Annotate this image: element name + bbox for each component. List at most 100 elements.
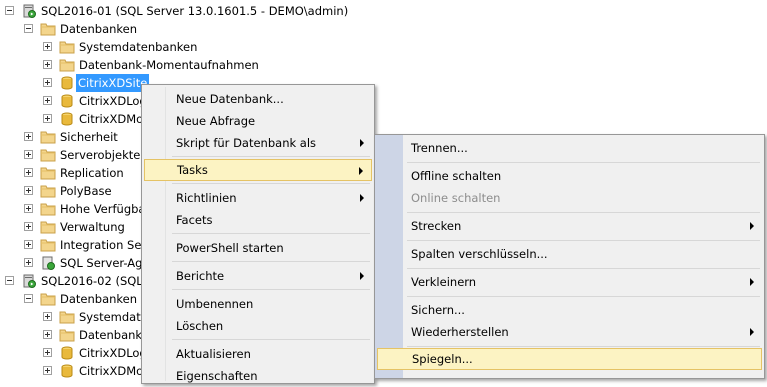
tree-node-db-citrixxdmon[interactable]: CitrixXDMon xyxy=(0,110,150,128)
tasks-submenu: Trennen... Offline schalten Online schal… xyxy=(374,134,765,379)
menu-item-restore[interactable]: Wiederherstellen xyxy=(377,321,762,343)
expand-icon[interactable] xyxy=(43,42,52,51)
tree-node-snapshots-2[interactable]: Datenbank- xyxy=(0,326,146,344)
collapse-icon[interactable] xyxy=(5,6,14,15)
folder-icon xyxy=(40,22,56,36)
submenu-arrow-icon xyxy=(360,139,364,147)
tree-node-label: Replication xyxy=(60,166,124,180)
folder-icon xyxy=(40,220,56,234)
tree-node-label-selected: CitrixXDSite xyxy=(76,74,150,92)
folder-icon xyxy=(59,40,75,54)
tree-node-label: Sicherheit xyxy=(60,130,118,144)
menu-separator xyxy=(407,296,760,297)
menu-separator xyxy=(407,212,760,213)
menu-item-encrypt-columns[interactable]: Spalten verschlüsseln... xyxy=(377,243,762,265)
expand-icon[interactable] xyxy=(24,150,33,159)
menu-item-policies[interactable]: Richtlinien xyxy=(144,187,372,209)
collapse-icon[interactable] xyxy=(24,294,33,303)
menu-item-script-database-as[interactable]: Skript für Datenbank als xyxy=(144,132,372,154)
server-running-icon xyxy=(21,4,37,18)
expand-icon[interactable] xyxy=(24,186,33,195)
menu-separator xyxy=(407,240,760,241)
agent-icon xyxy=(40,256,56,270)
expand-icon[interactable] xyxy=(43,60,52,69)
menu-item-reports[interactable]: Berichte xyxy=(144,265,372,287)
tree-node-label: Systemdate xyxy=(79,310,148,324)
menu-item-refresh[interactable]: Aktualisieren xyxy=(144,343,372,365)
expand-icon[interactable] xyxy=(43,114,52,123)
tree-node-label: Datenbanken xyxy=(60,22,138,36)
menu-item-stretch[interactable]: Strecken xyxy=(377,215,762,237)
menu-separator xyxy=(172,289,370,290)
server-running-icon xyxy=(21,274,37,288)
expand-icon[interactable] xyxy=(24,258,33,267)
expand-icon[interactable] xyxy=(43,96,52,105)
expand-icon[interactable] xyxy=(43,312,52,321)
menu-item-backup[interactable]: Sichern... xyxy=(377,299,762,321)
tree-node-security[interactable]: Sicherheit xyxy=(0,128,145,146)
collapse-icon[interactable] xyxy=(5,276,14,285)
menu-item-bring-online: Online schalten xyxy=(411,191,501,205)
tree-node-snapshots[interactable]: Datenbank-Momentaufnahmen xyxy=(0,56,260,74)
menu-item-facets[interactable]: Facets xyxy=(144,209,372,231)
menu-item-start-powershell[interactable]: PowerShell starten xyxy=(144,237,372,259)
folder-icon xyxy=(40,148,56,162)
tree-node-management[interactable]: Verwaltung xyxy=(0,218,145,236)
tree-node-db-citrixxdlog-2[interactable]: CitrixXDLog xyxy=(0,344,147,362)
tree-node-system-databases-2[interactable]: Systemdate xyxy=(0,308,148,326)
tree-node-server-objects[interactable]: Serverobjekte xyxy=(0,146,145,164)
menu-separator xyxy=(407,346,760,347)
tree-node-databases-2[interactable]: Datenbanken xyxy=(0,290,145,308)
tree-node-integration-services[interactable]: Integration Serv xyxy=(0,236,153,254)
expand-icon[interactable] xyxy=(24,132,33,141)
menu-item-tasks[interactable]: Tasks xyxy=(144,159,372,181)
folder-icon xyxy=(59,328,75,342)
tree-node-server2[interactable]: SQL2016-02 (SQL S xyxy=(0,272,154,290)
folder-icon xyxy=(40,166,56,180)
tree-node-db-citrixxdlog[interactable]: CitrixXDLog xyxy=(0,92,147,110)
tree-node-polybase[interactable]: PolyBase xyxy=(0,182,145,200)
submenu-arrow-icon xyxy=(750,278,754,286)
submenu-arrow-icon xyxy=(750,328,754,336)
tree-node-sql-agent[interactable]: SQL Server-Age xyxy=(0,254,150,272)
expand-icon[interactable] xyxy=(24,240,33,249)
expand-icon[interactable] xyxy=(43,348,52,357)
expand-icon[interactable] xyxy=(43,330,52,339)
menu-separator xyxy=(407,162,760,163)
menu-item-mirror[interactable]: Spiegeln... xyxy=(377,348,762,370)
menu-item-new-database[interactable]: Neue Datenbank... xyxy=(144,88,372,110)
expand-icon[interactable] xyxy=(43,366,52,375)
tree-node-label: SQL2016-01 (SQL Server 13.0.1601.5 - DEM… xyxy=(41,4,349,18)
submenu-arrow-icon xyxy=(360,272,364,280)
expand-icon[interactable] xyxy=(24,204,33,213)
tree-node-server1[interactable]: SQL2016-01 (SQL Server 13.0.1601.5 - DEM… xyxy=(0,2,400,20)
menu-separator xyxy=(407,268,760,269)
menu-item-detach[interactable]: Trennen... xyxy=(377,137,762,159)
menu-item-new-query[interactable]: Neue Abfrage xyxy=(144,110,372,132)
database-icon xyxy=(59,346,75,360)
tree-node-label: CitrixXDLog xyxy=(79,346,147,360)
menu-item-properties[interactable]: Eigenschaften xyxy=(144,365,372,387)
menu-separator xyxy=(172,339,370,340)
submenu-arrow-icon xyxy=(360,194,364,202)
menu-item-rename[interactable]: Umbenennen xyxy=(144,293,372,315)
submenu-arrow-icon xyxy=(750,222,754,230)
expand-icon[interactable] xyxy=(24,222,33,231)
tree-node-replication[interactable]: Replication xyxy=(0,164,145,182)
tree-node-label: SQL2016-02 (SQL S xyxy=(41,274,154,288)
menu-item-shrink[interactable]: Verkleinern xyxy=(377,271,762,293)
tree-node-databases[interactable]: Datenbanken xyxy=(0,20,200,38)
menu-item-delete[interactable]: Löschen xyxy=(144,315,372,337)
folder-icon xyxy=(59,310,75,324)
tree-node-system-databases[interactable]: Systemdatenbanken xyxy=(0,38,200,56)
expand-icon[interactable] xyxy=(24,168,33,177)
submenu-arrow-icon xyxy=(359,167,363,175)
tree-node-label: Systemdatenbanken xyxy=(79,40,198,54)
expand-icon[interactable] xyxy=(43,78,52,87)
menu-item-take-offline[interactable]: Offline schalten xyxy=(377,165,762,187)
tree-node-always-on[interactable]: Hohe Verfügba xyxy=(0,200,145,218)
collapse-icon[interactable] xyxy=(24,24,33,33)
folder-icon xyxy=(40,238,56,252)
tree-node-db-citrixxdsite[interactable]: CitrixXDSite xyxy=(0,74,150,92)
tree-node-db-citrixxdmon-2[interactable]: CitrixXDMon xyxy=(0,362,150,380)
